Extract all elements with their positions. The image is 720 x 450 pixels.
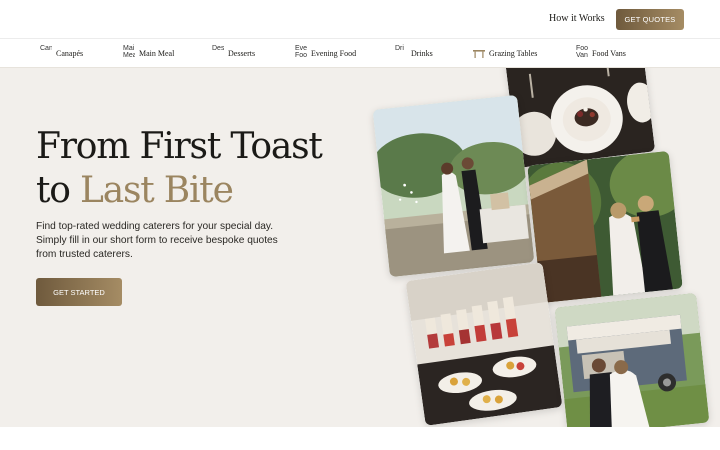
hero-title-line1: From First Toast: [36, 126, 323, 167]
evening-food-broken-image: Eve Foo: [295, 44, 307, 59]
category-label: Canapés: [56, 49, 84, 58]
get-started-button[interactable]: GET STARTED: [36, 278, 122, 306]
category-grazing-tables[interactable]: Grazing Tables: [473, 39, 537, 68]
category-canapes[interactable]: Can Canapés: [40, 39, 83, 68]
category-label: Main Meal: [139, 49, 175, 58]
hero-subtitle: Find top-rated wedding caterers for your…: [36, 221, 278, 260]
couple-eating-photo: [527, 150, 683, 304]
category-label: Grazing Tables: [489, 49, 538, 58]
dessert-plate-photo: [504, 68, 656, 168]
couple-toast-photo: [372, 94, 535, 278]
category-desserts[interactable]: Des Desserts: [212, 39, 255, 68]
category-food-vans[interactable]: Foo Van Food Vans: [576, 39, 626, 68]
hero-title: From First Toast to Last Bite: [36, 125, 323, 213]
category-label: Drinks: [411, 49, 433, 58]
how-it-works-link[interactable]: How it Works: [549, 13, 605, 24]
category-drinks[interactable]: Dri Drinks: [395, 39, 433, 68]
category-main-meal[interactable]: Mai Mea Main Meal: [123, 39, 174, 68]
category-label: Evening Food: [311, 49, 357, 58]
below-fold-area: [0, 427, 720, 450]
food-van-photo: [554, 292, 710, 427]
canape-platter-photo: [405, 262, 563, 426]
hero-title-accent: Last Bite: [79, 170, 234, 211]
desserts-broken-image: Des: [212, 44, 224, 52]
hero-title-line2-plain: to: [36, 170, 80, 211]
page: How it Works GET QUOTES Can Canapés Mai …: [0, 0, 720, 450]
food-vans-broken-image: Foo Van: [576, 44, 588, 59]
drinks-broken-image: Dri: [395, 44, 404, 52]
get-quotes-button[interactable]: GET QUOTES: [616, 9, 684, 30]
main-meal-broken-image: Mai Mea: [123, 44, 135, 59]
site-header: How it Works GET QUOTES: [0, 0, 720, 39]
grazing-table-icon: [473, 49, 485, 58]
hero-section: From First Toast to Last Bite Find top-r…: [0, 68, 720, 427]
category-label: Desserts: [228, 49, 256, 58]
category-label: Food Vans: [592, 49, 626, 58]
category-evening-food[interactable]: Eve Foo Evening Food: [295, 39, 356, 68]
category-bar: Can Canapés Mai Mea Main Meal Des Desser…: [0, 39, 720, 68]
canapes-broken-image: Can: [40, 44, 52, 52]
